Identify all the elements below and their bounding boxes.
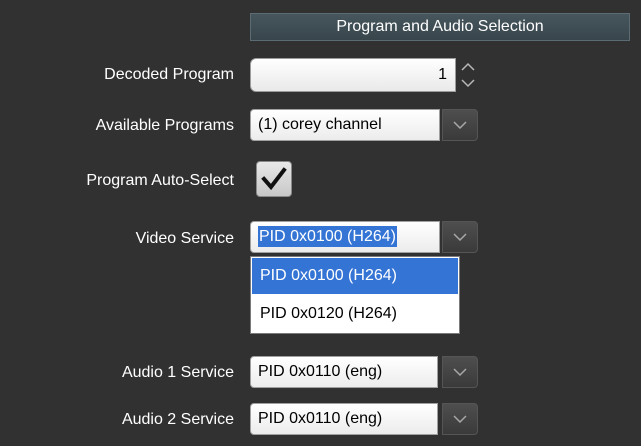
chevron-down-icon <box>453 232 467 241</box>
program-auto-select-checkbox[interactable] <box>256 161 292 197</box>
spin-buttons <box>457 58 479 92</box>
chevron-down-icon <box>453 120 467 129</box>
video-service-selected-text: PID 0x0100 (H264) <box>258 226 397 247</box>
audio2-service-label: Audio 2 Service <box>121 411 234 428</box>
audio1-service-label: Audio 1 Service <box>121 364 234 381</box>
video-service-label: Video Service <box>135 230 234 247</box>
video-service-option[interactable]: PID 0x0100 (H264) <box>252 258 458 294</box>
spin-down-button[interactable] <box>457 75 479 92</box>
audio2-service-value[interactable]: PID 0x0110 (eng) <box>250 403 438 435</box>
audio2-service-dropdown-button[interactable] <box>442 403 478 435</box>
checkmark-icon <box>261 167 287 191</box>
chevron-down-icon <box>453 367 467 376</box>
chevron-up-icon <box>461 62 475 71</box>
video-service-dropdown-list: PID 0x0100 (H264) PID 0x0120 (H264) <box>250 256 460 334</box>
audio1-service-dropdown-button[interactable] <box>442 356 478 388</box>
audio1-service-select[interactable]: PID 0x0110 (eng) <box>250 356 480 388</box>
spin-up-button[interactable] <box>457 58 479 75</box>
video-service-select[interactable]: PID 0x0100 (H264) <box>250 221 480 253</box>
chevron-down-icon <box>461 79 475 88</box>
decoded-program-spinbox[interactable]: 1 <box>250 58 480 92</box>
available-programs-dropdown-button[interactable] <box>442 109 478 141</box>
video-service-value[interactable]: PID 0x0100 (H264) <box>250 221 440 253</box>
program-auto-select-label: Program Auto-Select <box>86 172 234 189</box>
available-programs-value[interactable]: (1) corey channel <box>250 109 440 141</box>
panel-title: Program and Audio Selection <box>250 13 630 41</box>
audio1-service-value[interactable]: PID 0x0110 (eng) <box>250 356 438 388</box>
chevron-down-icon <box>453 414 467 423</box>
decoded-program-label: Decoded Program <box>104 66 234 83</box>
available-programs-label: Available Programs <box>95 117 234 134</box>
video-service-dropdown-button[interactable] <box>442 221 478 253</box>
available-programs-select[interactable]: (1) corey channel <box>250 109 480 141</box>
decoded-program-input[interactable]: 1 <box>250 58 456 92</box>
video-service-option[interactable]: PID 0x0120 (H264) <box>252 296 458 332</box>
audio2-service-select[interactable]: PID 0x0110 (eng) <box>250 403 480 435</box>
